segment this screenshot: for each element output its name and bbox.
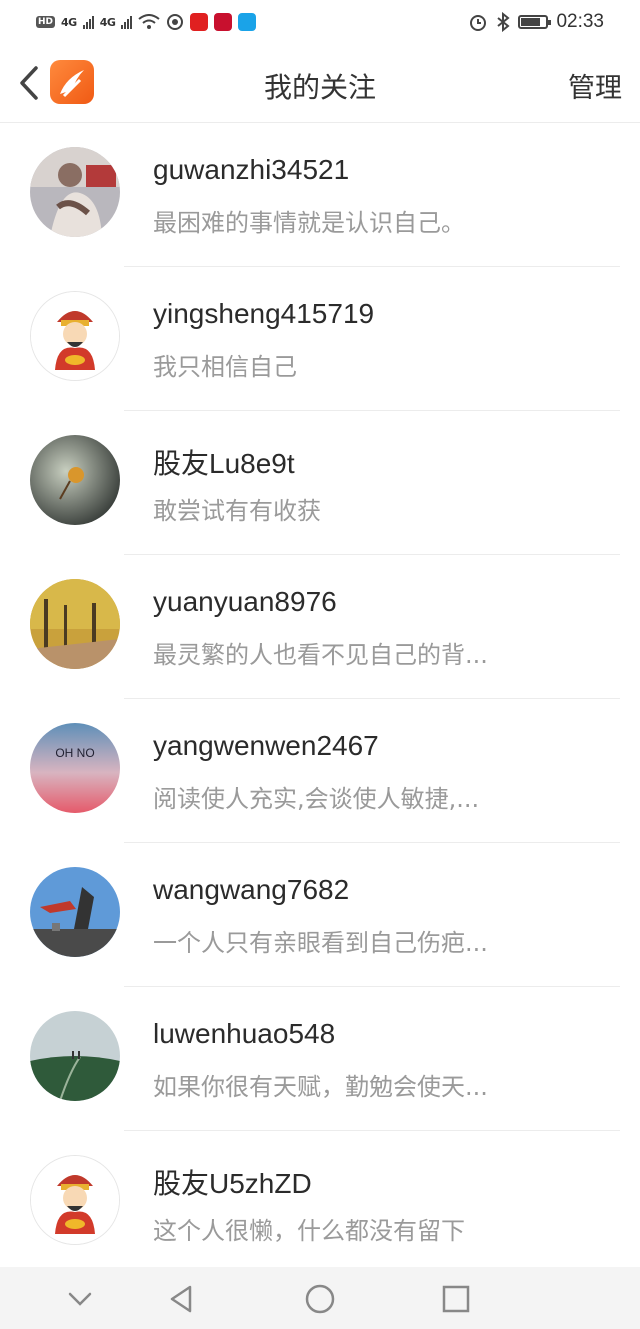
avatar [30,147,120,237]
user-name: 股友Lu8e9t [153,448,295,479]
avatar [30,1011,120,1101]
avatar [30,435,120,525]
list-item[interactable]: 股友Lu8e9t 敢尝试有有收获 [0,411,640,555]
alarm-icon [470,15,487,31]
vpn-icon [167,14,184,30]
status-right: 02:33 [468,10,604,34]
user-bio: 最困难的事情就是认识自己。 [153,209,465,237]
list-item[interactable]: 股友U5zhZD 这个人很懒，什么都没有留下 [0,1131,640,1275]
user-name: yingsheng415719 [153,298,375,329]
system-nav-bar [0,1267,640,1329]
hd-badge: HD [36,16,56,28]
avatar-caption: OH NO [55,746,94,760]
avatar [30,579,120,669]
bluetooth-icon [497,12,511,32]
user-bio: 最灵繁的人也看不见自己的背... [153,641,488,669]
status-left: HD 4G 4G [36,10,257,34]
list-item[interactable]: guwanzhi34521 最困难的事情就是认识自己。 [0,123,640,267]
user-name: guwanzhi34521 [153,154,350,185]
manage-button[interactable]: 管理 [568,66,622,105]
app-notification-icon-1 [190,13,209,31]
avatar [30,1155,120,1245]
list-item[interactable]: wangwang7682 一个人只有亲眼看到自己伤疤... [0,843,640,987]
user-bio: 阅读使人充实,会谈使人敏捷,... [153,785,480,813]
list-item[interactable]: OH NO yangwenwen2467 阅读使人充实,会谈使人敏捷,... [0,699,640,843]
signal-icon [82,15,94,29]
list-item[interactable]: luwenhuao548 如果你很有天赋，勤勉会使天... [0,987,640,1131]
network-label-1: 4G [61,15,77,29]
user-bio: 我只相信自己 [153,353,297,381]
user-name: 股友U5zhZD [153,1168,312,1199]
user-bio: 如果你很有天赋，勤勉会使天... [153,1073,488,1101]
network-label-2: 4G [99,15,116,29]
list-item[interactable]: yingsheng415719 我只相信自己 [0,267,640,411]
page-title: 我的关注 [263,71,376,104]
wifi-icon [138,14,161,29]
app-notification-icon-2 [214,13,233,31]
chevron-down-icon[interactable] [60,1279,100,1319]
user-name: yangwenwen2467 [153,730,379,761]
triangle-back-icon[interactable] [162,1279,202,1319]
avatar [30,291,120,381]
avatar [30,867,120,957]
list-item[interactable]: yuanyuan8976 最灵繁的人也看不见自己的背... [0,555,640,699]
battery-icon [518,15,552,29]
circle-home-icon[interactable] [300,1279,340,1319]
user-bio: 敢尝试有有收获 [153,497,321,525]
user-name: wangwang7682 [153,874,350,905]
follow-list: guwanzhi34521 最困难的事情就是认识自己。 yingsheng415… [0,123,640,1275]
user-name: luwenhuao548 [153,1018,336,1049]
user-bio: 一个人只有亲眼看到自己伤疤... [153,929,488,957]
app-notification-icon-3 [238,13,257,31]
status-bar: HD 4G 4G 02:33 [0,0,640,44]
app-header: 我的关注 管理 [0,44,640,123]
square-recent-icon[interactable] [436,1279,476,1319]
user-bio: 这个人很懒，什么都没有留下 [153,1217,465,1245]
clock: 02:33 [556,11,604,32]
user-name: yuanyuan8976 [153,586,337,617]
avatar: OH NO [30,723,120,813]
signal-icon-2 [121,15,133,29]
